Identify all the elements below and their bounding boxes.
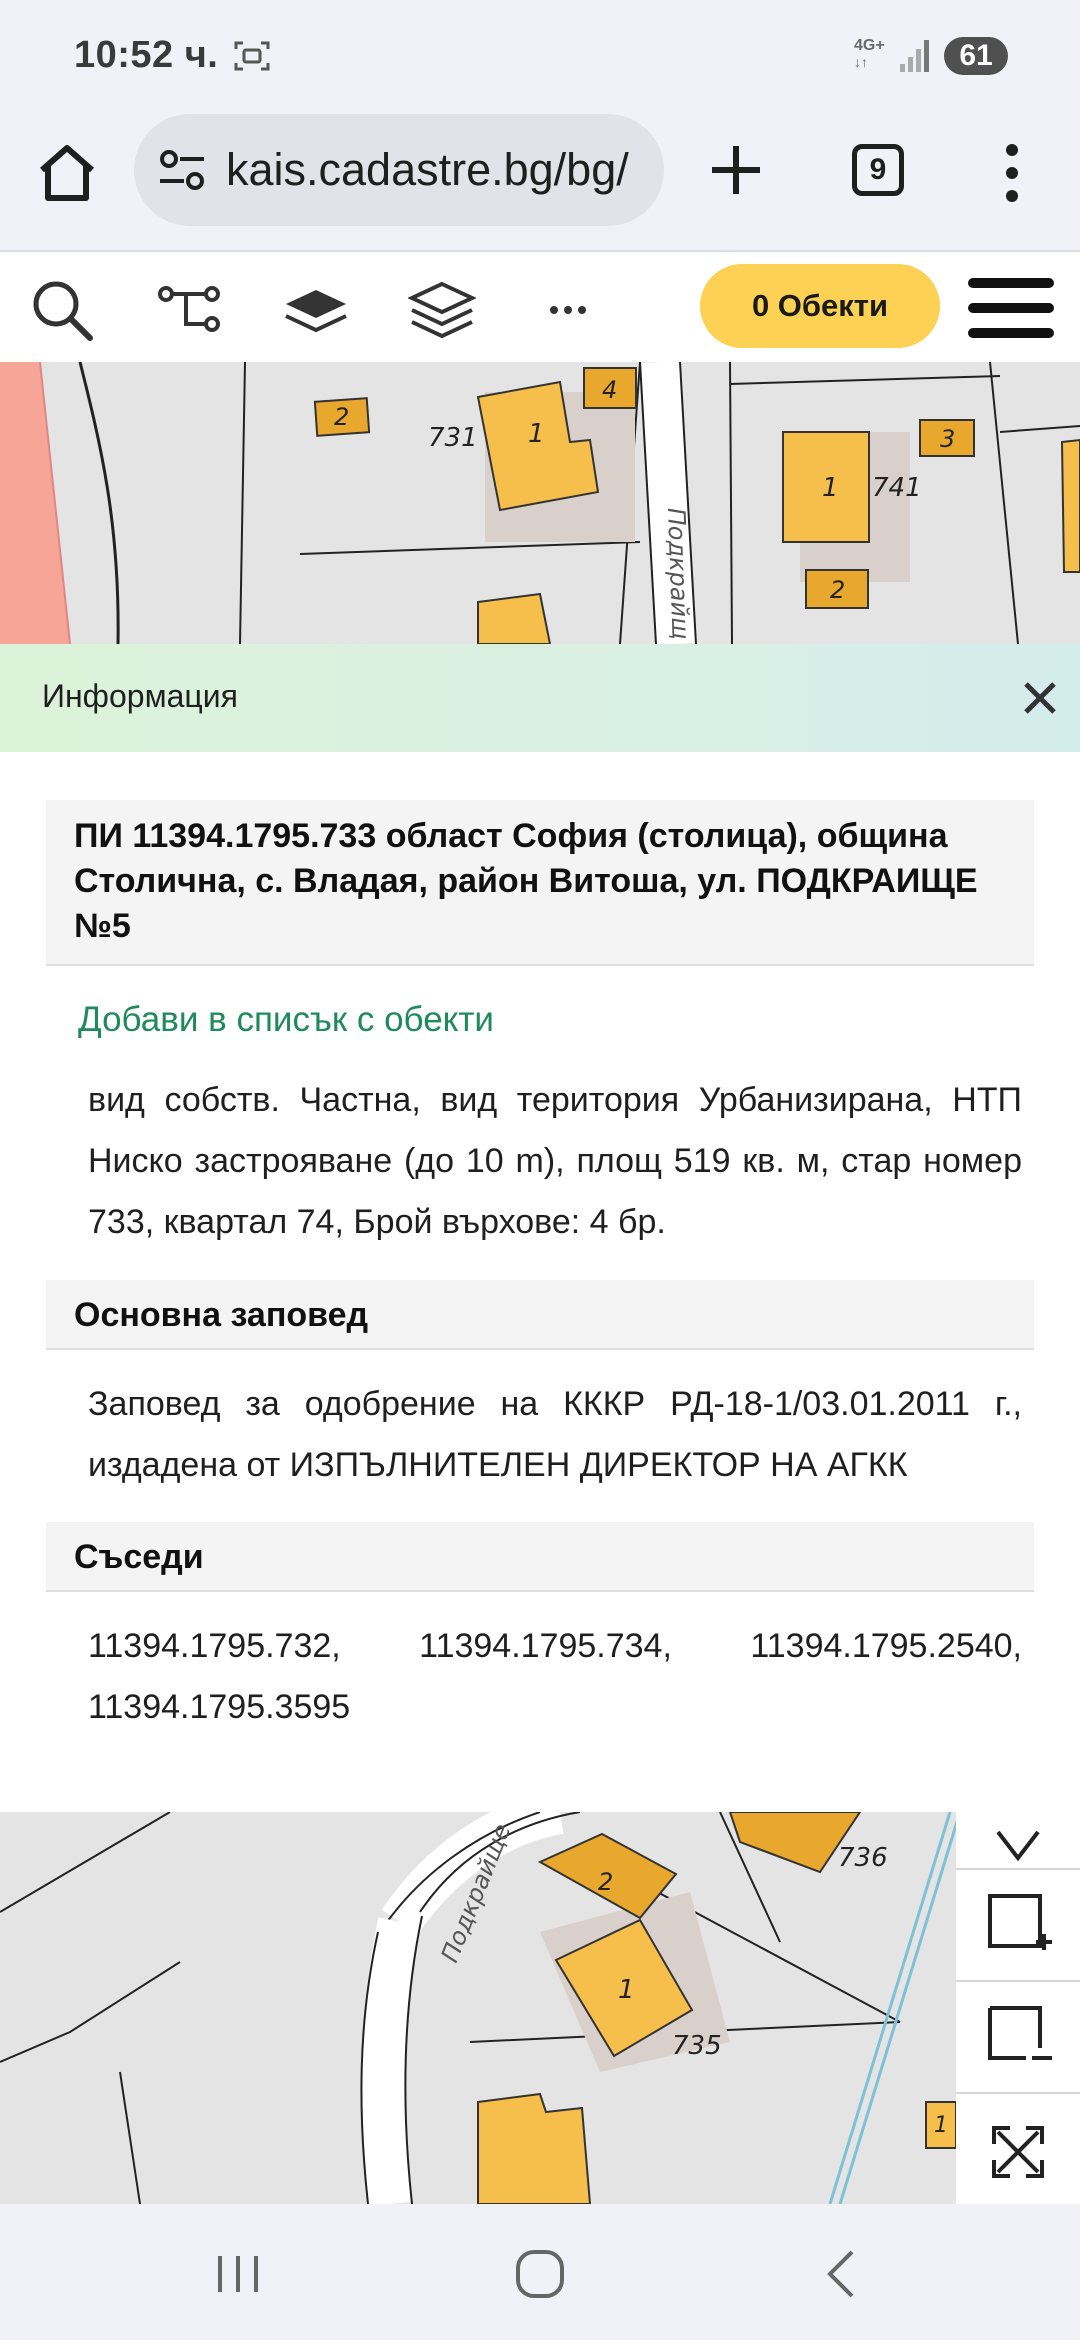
battery-icon: 61 [944, 37, 1008, 75]
rectangle-remove-icon [988, 2006, 1052, 2060]
url-text[interactable]: kais.cadastre.bg/bg/ [226, 144, 656, 196]
map-street-label: Подкрайщ [662, 507, 695, 640]
tab-switcher-button[interactable]: 9 [852, 144, 904, 196]
map-parcel-label: 731 [428, 423, 478, 453]
more-tools-icon[interactable] [534, 276, 602, 344]
parcel-heading: ПИ 11394.1795.733 област София (столица)… [46, 800, 1034, 966]
rectangle-add-icon [988, 1894, 1052, 1950]
map-building-label: 1 [618, 1975, 635, 2005]
layer-icon[interactable] [282, 276, 350, 344]
map-controls [956, 1812, 1080, 2204]
parcel-details: вид собств. Частна, вид територия Урбани… [88, 1081, 1022, 1241]
close-icon[interactable] [1022, 680, 1058, 716]
expand-icon [992, 2126, 1044, 2178]
map-building-label: 1 [822, 473, 839, 503]
draw-rectangle-add-button[interactable] [956, 1868, 1080, 1980]
neighbors-heading: Съседи [46, 1522, 1034, 1592]
more-menu-icon[interactable] [1000, 142, 1024, 204]
search-icon[interactable] [28, 276, 96, 344]
info-panel-title: Информация [42, 678, 238, 714]
new-tab-button[interactable] [706, 140, 766, 200]
browser-toolbar: kais.cadastre.bg/bg/ 9 [0, 110, 1080, 252]
system-navigation-bar [0, 2204, 1080, 2340]
map-view-bottom[interactable]: 2 1 735 736 1 Подкрайще [0, 1812, 1080, 2204]
map-building-label: 1 [528, 419, 545, 449]
chevron-down-icon [996, 1830, 1040, 1862]
home-nav-icon[interactable] [510, 2244, 570, 2304]
map-building-label: 3 [940, 425, 955, 453]
map-building-label: 2 [598, 1868, 613, 1896]
home-button[interactable] [36, 142, 98, 204]
order-heading: Основна заповед [46, 1280, 1034, 1350]
route-icon[interactable] [156, 276, 224, 344]
layers-icon[interactable] [408, 276, 476, 344]
map-parcel-label: 735 [672, 2031, 722, 2061]
order-text: Заповед за одобрение на КККР РД-18-1/03.… [88, 1385, 1022, 1484]
info-panel-header: Информация [0, 644, 1080, 752]
map-parcel-label: 736 [838, 1843, 888, 1873]
map-canvas[interactable]: 2 731 1 4 1 741 3 2 Подкрайщ [0, 362, 1080, 644]
objects-button[interactable]: 0 Обекти [700, 264, 940, 348]
map-view-top[interactable]: 2 731 1 4 1 741 3 2 Подкрайщ [0, 362, 1080, 644]
map-building-label: 2 [334, 403, 349, 431]
status-time: 10:52 ч. [74, 34, 219, 76]
neighbors-list: 11394.1795.732, 11394.1795.734, 11394.17… [88, 1627, 1022, 1726]
map-canvas[interactable]: 2 1 735 736 1 Подкрайще [0, 1812, 1080, 2204]
address-bar[interactable]: kais.cadastre.bg/bg/ [134, 114, 664, 226]
status-bar: 10:52 ч. 4G+ ↓↑ 61 [0, 0, 1080, 110]
compass-button[interactable] [956, 1756, 1080, 1868]
screenshot-icon [234, 41, 270, 71]
map-building-label: 4 [602, 376, 617, 404]
info-panel-body: ПИ 11394.1795.733 област София (столица)… [0, 752, 1080, 1812]
network-type: 4G+ ↓↑ [854, 37, 885, 71]
hamburger-menu-icon[interactable] [968, 276, 1054, 340]
map-building-label: 2 [830, 576, 845, 604]
signal-icon [900, 40, 929, 72]
fullscreen-button[interactable] [956, 2092, 1080, 2204]
map-parcel-label: 741 [872, 473, 922, 503]
add-to-list-link[interactable]: Добави в списък с обекти [78, 1000, 494, 1040]
draw-rectangle-remove-button[interactable] [956, 1980, 1080, 2092]
map-toolbar: 0 Обекти [0, 254, 1080, 362]
back-icon[interactable] [812, 2244, 872, 2304]
site-settings-icon[interactable] [158, 148, 206, 192]
recent-apps-icon[interactable] [208, 2244, 268, 2304]
map-building-label: 1 [934, 2113, 948, 2138]
